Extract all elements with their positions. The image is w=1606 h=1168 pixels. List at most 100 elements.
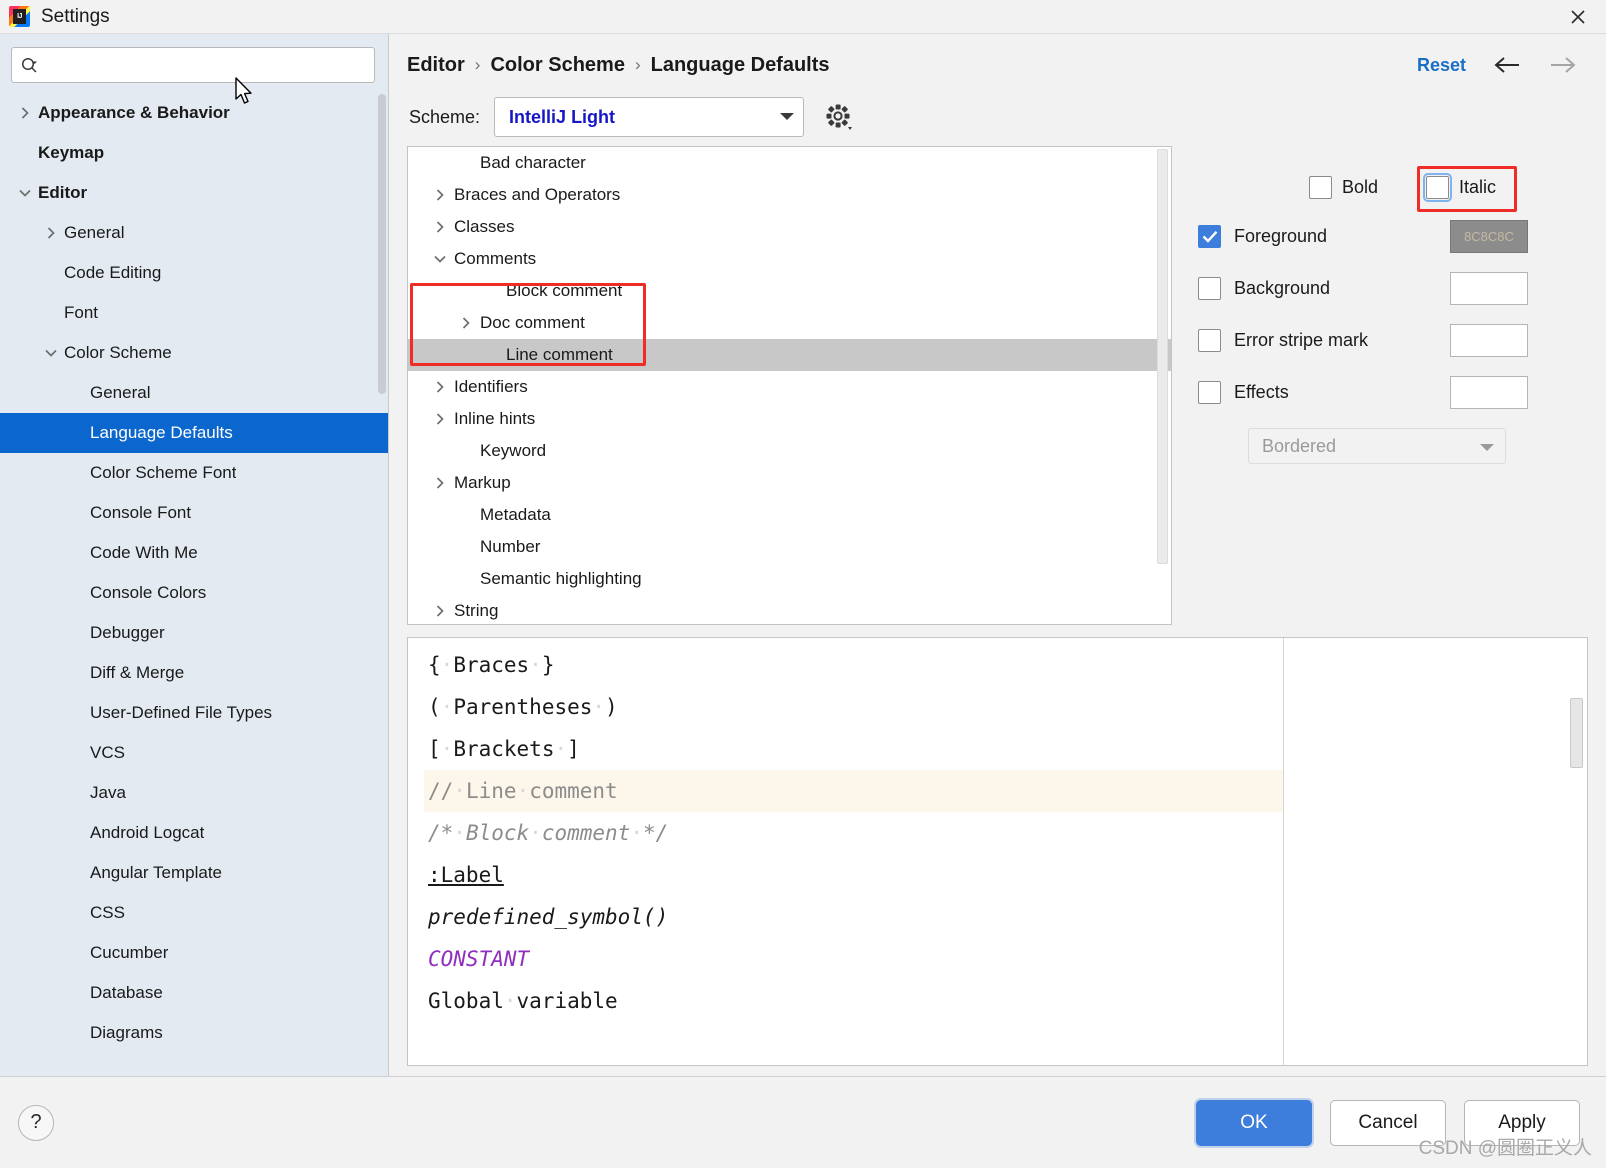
color-attribute-tree[interactable]: Bad character Braces and Operators Classes… [407, 146, 1172, 625]
effects-color-swatch[interactable] [1450, 375, 1528, 409]
sidebar-item-debugger[interactable]: Debugger [0, 613, 388, 653]
preview-scrollbar[interactable] [1570, 698, 1583, 768]
chevron-right-icon[interactable] [426, 412, 454, 426]
attribute-item-identifiers[interactable]: Identifiers [408, 371, 1171, 403]
attribute-item-metadata[interactable]: Metadata [408, 499, 1171, 531]
sidebar-item-language-defaults[interactable]: Language Defaults [0, 413, 388, 453]
sidebar-scrollbar[interactable] [378, 94, 386, 394]
chevron-down-icon[interactable] [12, 186, 38, 200]
sidebar-item-database[interactable]: Database [0, 973, 388, 1013]
sidebar-item-cucumber[interactable]: Cucumber [0, 933, 388, 973]
arrow-left-icon[interactable] [1492, 54, 1522, 76]
attribute-item-markup[interactable]: Markup [408, 467, 1171, 499]
bold-checkbox[interactable] [1308, 175, 1332, 199]
sidebar-item-label: Console Colors [90, 583, 207, 602]
chevron-right-icon[interactable] [426, 220, 454, 234]
search-box[interactable] [11, 47, 375, 83]
attribute-item-doc-comment[interactable]: Doc comment [408, 307, 1171, 339]
italic-checkbox[interactable] [1422, 172, 1452, 202]
breadcrumb-item[interactable]: Color Scheme [490, 54, 624, 77]
attribute-tree-scrollbar[interactable] [1157, 149, 1168, 564]
sidebar-item-java[interactable]: Java [0, 773, 388, 813]
attribute-row-background: Background [1198, 262, 1588, 314]
code-preview[interactable]: {·Braces·} (·Parentheses·) [·Brackets·]//·… [407, 637, 1588, 1066]
sidebar-item-code-editing[interactable]: Code Editing [0, 253, 388, 293]
reset-button[interactable]: Reset [1417, 55, 1466, 76]
chevron-right-icon[interactable] [452, 316, 480, 330]
error-stripe-mark-color-swatch[interactable] [1450, 323, 1528, 357]
attribute-item-bad-character[interactable]: Bad character [408, 147, 1171, 179]
attribute-item-label: Semantic highlighting [480, 569, 642, 588]
sidebar-item-console-font[interactable]: Console Font [0, 493, 388, 533]
attribute-item-number[interactable]: Number [408, 531, 1171, 563]
sidebar-item-label: Color Scheme [64, 343, 172, 362]
preview-token-comment: Line [465, 779, 517, 803]
header-actions: Reset [1417, 54, 1588, 76]
sidebar-item-appearance-behavior[interactable]: Appearance & Behavior [0, 93, 388, 133]
sidebar-tree[interactable]: Appearance & Behavior Keymap Editor General… [0, 91, 388, 1076]
close-icon[interactable] [1550, 0, 1606, 34]
preview-token-comment: // [428, 779, 454, 803]
attribute-item-block-comment[interactable]: Block comment [408, 275, 1171, 307]
sidebar-item-css[interactable]: CSS [0, 893, 388, 933]
preview-token-const: CONSTANT [428, 947, 530, 971]
sidebar-item-diagrams[interactable]: Diagrams [0, 1013, 388, 1053]
sidebar-item-user-defined-file-types[interactable]: User-Defined File Types [0, 693, 388, 733]
breadcrumb-item[interactable]: Editor [407, 54, 465, 77]
sidebar-item-label: CSS [90, 903, 125, 922]
chevron-right-icon[interactable] [12, 106, 38, 120]
foreground-checkbox[interactable] [1198, 224, 1221, 248]
sidebar-item-general[interactable]: General [0, 373, 388, 413]
sidebar-item-angular-template[interactable]: Angular Template [0, 853, 388, 893]
sidebar-item-color-scheme[interactable]: Color Scheme [0, 333, 388, 373]
sidebar-item-code-with-me[interactable]: Code With Me [0, 533, 388, 573]
breadcrumb-separator: › [474, 55, 481, 74]
ok-button[interactable]: OK [1196, 1099, 1312, 1146]
attribute-item-string[interactable]: String [408, 595, 1171, 624]
sidebar-item-diff-merge[interactable]: Diff & Merge [0, 653, 388, 693]
attribute-item-keyword[interactable]: Keyword [408, 435, 1171, 467]
apply-button[interactable]: Apply [1464, 1099, 1580, 1146]
scheme-select[interactable]: IntelliJ Light [494, 97, 805, 137]
attribute-item-semantic-highlighting[interactable]: Semantic highlighting [408, 563, 1171, 595]
preview-token-plain: variable [516, 989, 618, 1013]
sidebar-item-font[interactable]: Font [0, 293, 388, 333]
effects-type-select[interactable]: Bordered [1248, 428, 1506, 464]
sidebar-item-label: Diff & Merge [90, 663, 185, 682]
preview-line: predefined_symbol() [424, 896, 1283, 938]
chevron-right-icon[interactable] [38, 226, 64, 240]
dialog-body: Appearance & Behavior Keymap Editor General… [0, 34, 1606, 1076]
preview-token-plain: Brackets [453, 737, 555, 761]
chevron-down-icon[interactable] [38, 346, 64, 360]
error-stripe-mark-label: Error stripe mark [1234, 329, 1369, 350]
cancel-button[interactable]: Cancel [1330, 1099, 1446, 1146]
sidebar-item-color-scheme-font[interactable]: Color Scheme Font [0, 453, 388, 493]
search-input[interactable] [45, 55, 366, 75]
help-button[interactable]: ? [18, 1104, 54, 1141]
sidebar-item-keymap[interactable]: Keymap [0, 133, 388, 173]
attribute-item-classes[interactable]: Classes [408, 211, 1171, 243]
chevron-right-icon[interactable] [426, 604, 454, 618]
sidebar-item-editor[interactable]: Editor [0, 173, 388, 213]
chevron-down-icon[interactable] [426, 252, 454, 266]
attribute-item-inline-hints[interactable]: Inline hints [408, 403, 1171, 435]
background-checkbox[interactable] [1198, 276, 1221, 300]
chevron-right-icon[interactable] [426, 188, 454, 202]
attribute-item-braces-and-operators[interactable]: Braces and Operators [408, 179, 1171, 211]
background-color-swatch[interactable] [1450, 271, 1528, 305]
chevron-right-icon[interactable] [426, 380, 454, 394]
chevron-right-icon[interactable] [426, 476, 454, 490]
gear-icon[interactable] [824, 102, 854, 132]
attribute-row-error-stripe-mark: Error stripe mark [1198, 314, 1588, 366]
arrow-right-icon[interactable] [1548, 54, 1578, 76]
attribute-item-line-comment[interactable]: Line comment [408, 339, 1171, 371]
attribute-item-comments[interactable]: Comments [408, 243, 1171, 275]
sidebar-item-general[interactable]: General [0, 213, 388, 253]
error-stripe-mark-checkbox[interactable] [1198, 328, 1221, 352]
sidebar-item-android-logcat[interactable]: Android Logcat [0, 813, 388, 853]
sidebar-item-console-colors[interactable]: Console Colors [0, 573, 388, 613]
foreground-color-swatch[interactable]: 8C8C8C [1450, 219, 1528, 253]
effects-checkbox[interactable] [1198, 380, 1221, 404]
preview-token-dot: · [453, 779, 466, 803]
sidebar-item-vcs[interactable]: VCS [0, 733, 388, 773]
